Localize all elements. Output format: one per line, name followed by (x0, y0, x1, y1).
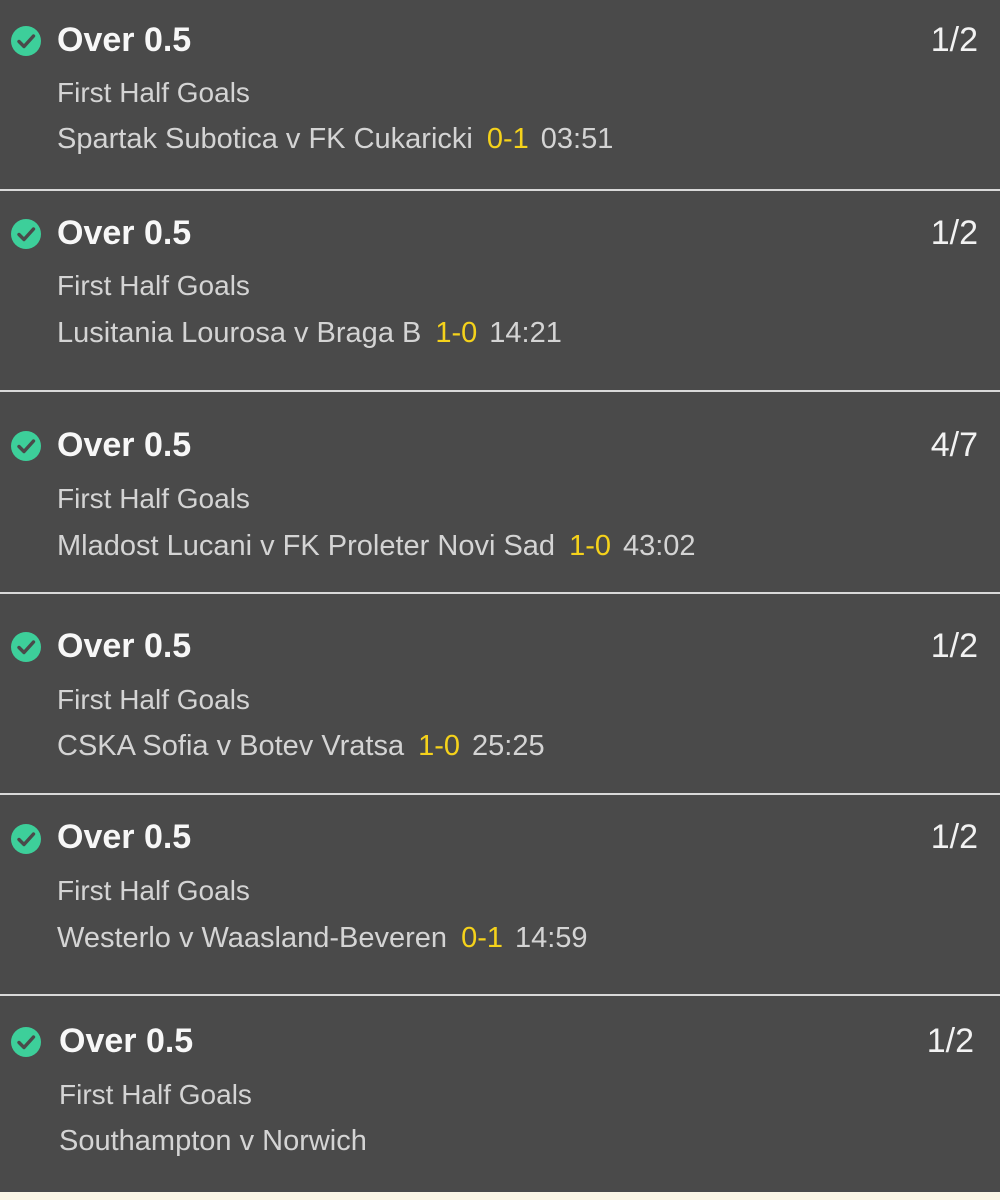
market-name: First Half Goals (57, 875, 250, 906)
match-clock: 14:21 (489, 317, 562, 349)
odds: 1/2 (930, 627, 978, 665)
bet-list: Over 0.5 1/2 First Half Goals Spartak Su… (0, 0, 1000, 1192)
market-name: First Half Goals (57, 77, 250, 108)
bet-row[interactable]: Over 0.5 1/2 First Half Goals Southampto… (0, 996, 1000, 1192)
score: 0-1 (461, 922, 503, 954)
market-name: First Half Goals (57, 270, 250, 301)
score: 1-0 (569, 530, 611, 562)
score: 1-0 (435, 317, 478, 349)
bet-row[interactable]: Over 0.5 1/2 First Half Goals Lusitania … (0, 191, 1000, 390)
event-name: Mladost Lucani v FK Proleter Novi Sad (57, 530, 556, 562)
check-circle-icon (10, 25, 42, 57)
odds: 1/2 (930, 214, 978, 252)
check-circle-icon (10, 430, 42, 462)
bet-row[interactable]: Over 0.5 1/2 First Half Goals Spartak Su… (0, 0, 1000, 189)
bet-row[interactable]: Over 0.5 1/2 First Half Goals CSKA Sofia… (0, 594, 1000, 793)
odds: 1/2 (926, 1022, 974, 1060)
score: 1-0 (418, 730, 461, 762)
check-circle-icon (10, 823, 42, 855)
odds: 1/2 (930, 818, 978, 856)
match-clock: 43:02 (622, 530, 696, 562)
selection-name: Over 0.5 (57, 21, 192, 59)
odds: 4/7 (930, 426, 978, 464)
match-clock: 03:51 (540, 123, 614, 155)
selection-name: Over 0.5 (57, 818, 192, 856)
event-name: Lusitania Lourosa v Braga B (57, 317, 422, 349)
selection-name: Over 0.5 (57, 627, 192, 665)
event-name: Westerlo v Waasland-Beveren (57, 922, 448, 954)
selection-name: Over 0.5 (57, 426, 192, 464)
selection-name: Over 0.5 (59, 1022, 194, 1060)
event-line: CSKA Sofia v Botev Vratsa 1-0 25:25 (57, 728, 545, 764)
event-name: Spartak Subotica v FK Cukaricki (57, 123, 473, 155)
event-name: CSKA Sofia v Botev Vratsa (57, 730, 405, 762)
event-line: Southampton v Norwich (59, 1123, 367, 1159)
match-clock: 14:59 (514, 922, 588, 954)
odds: 1/2 (930, 21, 978, 59)
market-name: First Half Goals (57, 684, 250, 715)
selection-name: Over 0.5 (57, 214, 192, 252)
bet-row[interactable]: Over 0.5 4/7 First Half Goals Mladost Lu… (0, 392, 1000, 592)
match-clock: 25:25 (472, 730, 545, 762)
check-circle-icon (10, 218, 42, 250)
event-line: Westerlo v Waasland-Beveren 0-1 14:59 (57, 920, 588, 956)
market-name: First Half Goals (59, 1079, 252, 1110)
event-name: Southampton v Norwich (59, 1125, 367, 1157)
market-name: First Half Goals (57, 483, 250, 514)
score: 0-1 (486, 123, 529, 155)
check-circle-icon (10, 1026, 42, 1058)
event-line: Spartak Subotica v FK Cukaricki 0-1 03:51 (57, 121, 613, 157)
bet-row[interactable]: Over 0.5 1/2 First Half Goals Westerlo v… (0, 795, 1000, 994)
event-line: Lusitania Lourosa v Braga B 1-0 14:21 (57, 315, 562, 351)
event-line: Mladost Lucani v FK Proleter Novi Sad 1-0… (57, 528, 696, 564)
check-circle-icon (10, 631, 42, 663)
